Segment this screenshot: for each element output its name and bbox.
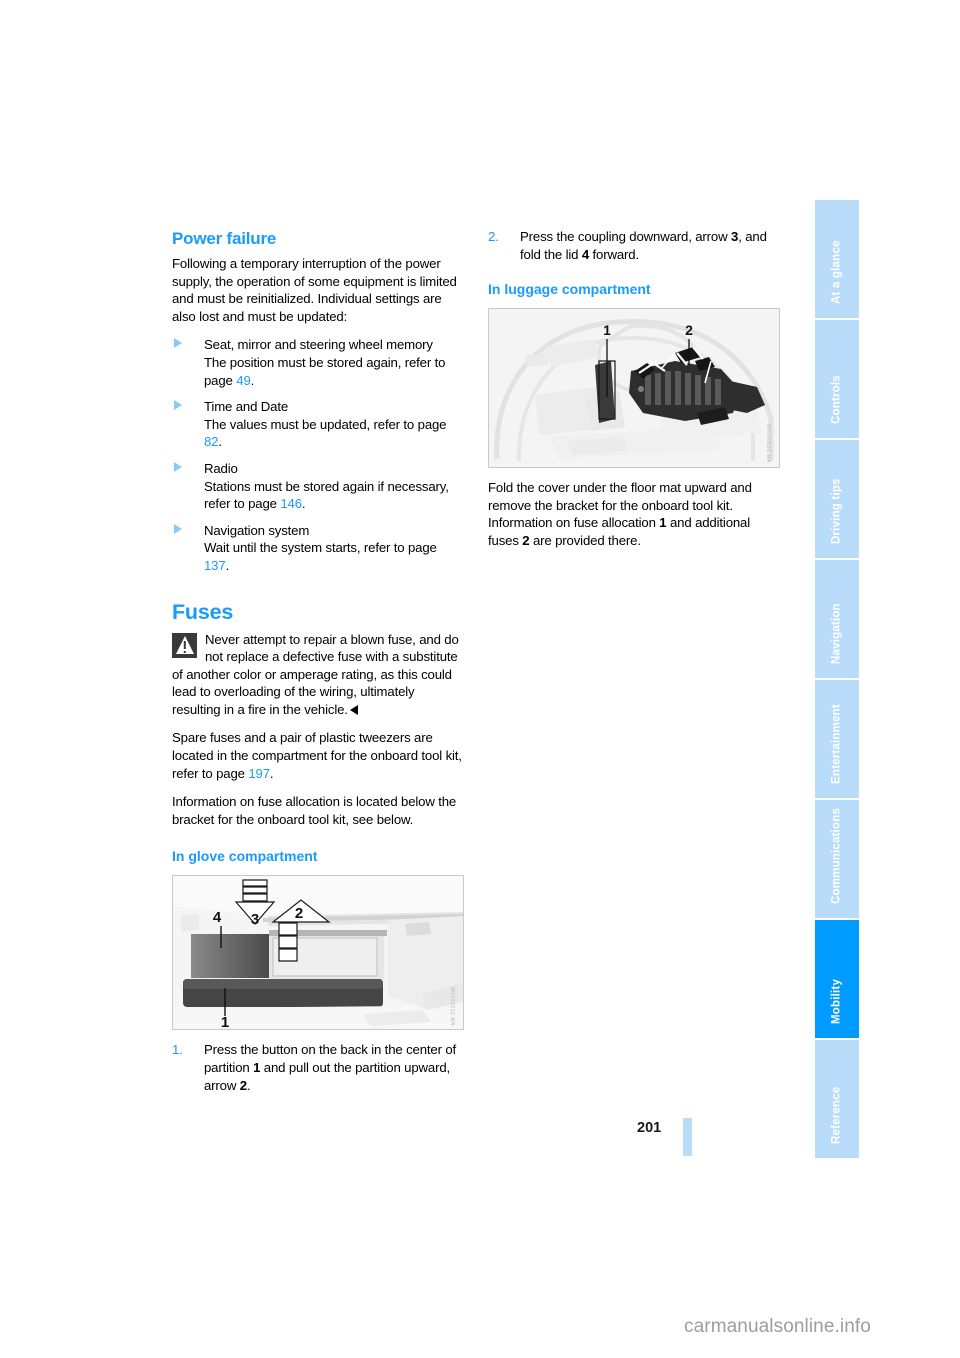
sidebar-item-label: Reference (830, 1086, 843, 1144)
sidebar-item-controls[interactable]: Controls (815, 320, 859, 438)
warning-end-marker-icon (349, 704, 358, 715)
warning-triangle-icon (172, 632, 197, 658)
triangle-bullet-icon (174, 400, 182, 411)
glove-compartment-illustration: 4 3 2 1 (173, 876, 463, 1030)
step-text-c: forward. (589, 246, 640, 262)
step-text-c: . (246, 1077, 251, 1093)
list-item: Seat, mirror and steering wheel memory T… (172, 336, 464, 389)
power-failure-heading: Power failure (172, 229, 277, 248)
triangle-bullet-icon (174, 523, 182, 534)
figure-watermark: WY03052C.MA (765, 424, 771, 464)
left-column: Power failure Following a temporary inte… (172, 228, 464, 1104)
sidebar-item-label: At a glance (830, 240, 843, 304)
list-item: 1. Press the button on the back in the ce… (172, 1041, 464, 1094)
callout-ref: 2 (239, 1077, 247, 1093)
luggage-compartment-heading: In luggage compartment (488, 281, 651, 298)
fuses-warning-text: Never attempt to repair a blown fuse, an… (172, 631, 459, 717)
svg-text:3: 3 (251, 911, 259, 928)
list-item-detail: Stations must be stored again if necessa… (204, 478, 449, 512)
sidebar-item-label: Mobility (830, 978, 843, 1024)
sidebar-item-mobility[interactable]: Mobility (815, 920, 859, 1038)
list-item-detail-end: . (250, 372, 255, 388)
step-number: 1. (172, 1042, 183, 1058)
sidebar-item-label: Entertainment (830, 704, 843, 784)
fuses-warning: Never attempt to repair a blown fuse, an… (172, 631, 464, 719)
glove-compartment-figure: 4 3 2 1 WY03151C.MA (172, 875, 464, 1031)
sidebar-item-navigation[interactable]: Navigation (815, 560, 859, 678)
power-failure-intro: Following a temporary interruption of th… (172, 256, 457, 324)
step-number: 2. (488, 229, 499, 244)
list-item: 2. Press the coupling downward, arrow 3, … (488, 228, 780, 263)
figure-watermark: WY03151C.MA (449, 986, 455, 1026)
list-item-detail: Wait until the system starts, refer to p… (204, 540, 437, 556)
glove-compartment-heading: In glove compartment (172, 848, 318, 865)
right-column: 2. Press the coupling downward, arrow 3, … (488, 228, 780, 561)
page-reference[interactable]: 146 (280, 496, 302, 511)
fuse-allocation-paragraph: Information on fuse allocation is locate… (172, 794, 457, 827)
triangle-bullet-icon (174, 461, 182, 472)
sidebar-item-driving-tips[interactable]: Driving tips (815, 440, 859, 558)
triangle-bullet-icon (174, 338, 182, 349)
power-failure-list: Seat, mirror and steering wheel memory T… (172, 336, 464, 574)
svg-text:1: 1 (221, 1014, 229, 1029)
page-reference[interactable]: 82 (204, 434, 219, 449)
sidebar-item-label: Communications (830, 807, 843, 904)
sidebar-item-label: Driving tips (830, 478, 843, 544)
list-item: Navigation system Wait until the system … (172, 522, 464, 575)
page-reference[interactable]: 137 (204, 558, 226, 573)
list-item: Radio Stations must be stored again if n… (172, 460, 464, 513)
list-item-title: Radio (204, 460, 238, 476)
luggage-compartment-figure: 1 2 WY03052C.MA (488, 308, 780, 469)
sidebar-item-label: Controls (830, 375, 843, 424)
list-item-title: Seat, mirror and steering wheel memory (204, 337, 433, 353)
manual-page: Power failure Following a temporary inte… (0, 0, 960, 1358)
page-reference[interactable]: 49 (236, 373, 251, 388)
list-item-title: Time and Date (204, 399, 289, 415)
site-watermark: carmanualsonline.info (684, 1316, 871, 1337)
coupling-steps: 2. Press the coupling downward, arrow 3, … (488, 228, 780, 263)
callout-ref: 4 (581, 246, 590, 262)
sidebar-item-at-a-glance[interactable]: At a glance (815, 200, 859, 318)
list-item: Time and Date The values must be updated… (172, 398, 464, 451)
page-number-bar (683, 1118, 692, 1156)
list-item-title: Navigation system (204, 522, 310, 538)
list-item-detail-end: . (225, 557, 230, 573)
svg-text:2: 2 (295, 905, 303, 922)
spare-fuses-paragraph: Spare fuses and a pair of plastic tweeze… (172, 729, 464, 782)
luggage-compartment-illustration: 1 2 (489, 309, 779, 468)
list-item-detail-end: . (301, 496, 306, 512)
chapter-tab-rail: At a glance Controls Driving tips Naviga… (815, 200, 859, 1172)
spare-fuses-text: Spare fuses and a pair of plastic tweeze… (172, 730, 462, 781)
page-reference[interactable]: 197 (248, 766, 270, 781)
fuses-heading: Fuses (172, 599, 234, 624)
luggage-text-c: are provided there. (529, 532, 641, 548)
glove-compartment-steps: 1. Press the button on the back in the ce… (172, 1041, 464, 1094)
spare-fuses-text-end: . (269, 765, 274, 781)
sidebar-item-reference[interactable]: Reference (815, 1040, 859, 1158)
svg-text:4: 4 (213, 909, 222, 926)
step-text: Press the coupling downward, arrow (520, 229, 731, 244)
luggage-compartment-paragraph: Fold the cover under the floor mat upwar… (488, 479, 780, 549)
sidebar-item-label: Navigation (830, 603, 843, 664)
svg-text:2: 2 (685, 322, 693, 338)
list-item-detail: The values must be updated, refer to pag… (204, 416, 447, 432)
list-item-detail-end: . (218, 434, 222, 450)
svg-text:1: 1 (603, 322, 611, 338)
sidebar-item-entertainment[interactable]: Entertainment (815, 680, 859, 798)
sidebar-item-communications[interactable]: Communications (815, 800, 859, 918)
page-number: 201 (637, 1120, 662, 1136)
